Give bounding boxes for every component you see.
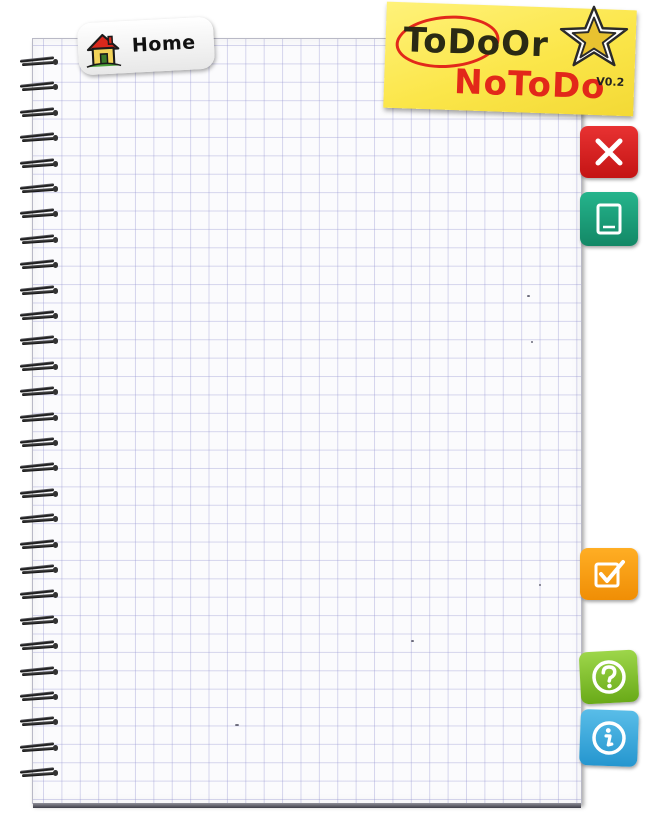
spiral-ring — [20, 157, 58, 169]
spiral-ring — [20, 107, 58, 118]
star-icon — [559, 5, 629, 67]
home-button[interactable]: Home — [76, 16, 216, 76]
spiral-ring — [20, 589, 58, 600]
note-tab-button[interactable] — [580, 192, 638, 246]
spiral-ring — [20, 386, 58, 397]
spiral-ring — [20, 411, 58, 423]
paper-speck — [411, 640, 414, 642]
house-icon — [86, 33, 122, 68]
spiral-ring — [20, 132, 58, 143]
close-tab-button[interactable] — [580, 126, 638, 178]
spiral-ring — [20, 640, 58, 651]
spiral-ring — [20, 56, 58, 67]
spiral-ring — [20, 81, 58, 92]
spiral-ring — [20, 259, 58, 270]
spiral-ring — [20, 488, 58, 499]
paper-speck — [527, 295, 530, 297]
version-label: V0.2 — [596, 75, 625, 89]
spiral-ring — [20, 310, 58, 321]
home-label: Home — [131, 31, 197, 57]
spiral-ring — [20, 716, 58, 727]
info-tab-button[interactable] — [579, 709, 639, 767]
spiral-ring — [20, 234, 58, 245]
paper-speck — [539, 584, 541, 586]
spiral-ring — [20, 691, 58, 702]
spiral-ring — [20, 665, 58, 677]
spiral-ring — [20, 437, 58, 448]
spiral-ring — [20, 513, 58, 524]
checkbox-icon — [594, 560, 625, 588]
spiral-ring — [20, 208, 58, 219]
notebook-page[interactable] — [32, 38, 582, 808]
close-icon — [595, 138, 623, 166]
spiral-binding — [20, 56, 60, 788]
spiral-ring — [20, 462, 58, 473]
done-tab-button[interactable] — [580, 548, 638, 600]
spiral-ring — [20, 183, 58, 194]
info-icon — [592, 721, 626, 755]
notebook-bottom-edge — [33, 803, 581, 808]
spiral-ring — [20, 335, 58, 346]
question-icon — [592, 660, 626, 694]
app-window: Home ToDoOr NoToDo V0.2 — [0, 0, 656, 827]
spiral-ring — [20, 538, 58, 550]
logo-text-line1: ToDoOr — [402, 20, 550, 66]
logo-text-line2: NoToDo — [453, 62, 607, 108]
spiral-ring — [20, 767, 58, 778]
spiral-ring — [20, 361, 58, 372]
paper-speck — [235, 724, 239, 726]
help-tab-button[interactable] — [578, 649, 640, 705]
spiral-ring — [20, 564, 58, 575]
spiral-ring — [20, 615, 58, 626]
spiral-ring — [20, 284, 58, 296]
spiral-ring — [20, 742, 58, 753]
note-icon — [596, 203, 622, 235]
paper-speck — [531, 341, 533, 343]
